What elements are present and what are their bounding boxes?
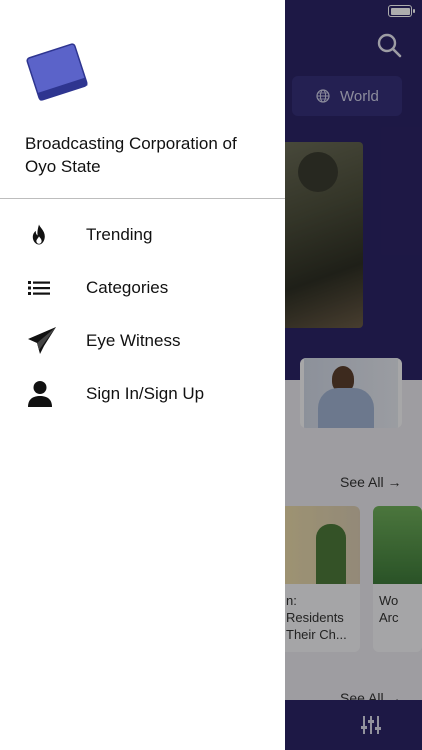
menu-item-sign-in[interactable]: Sign In/Sign Up [0,367,285,420]
menu-item-label: Sign In/Sign Up [86,383,205,403]
drawer-menu: Trending Categories Eye Witness Sign In/… [0,208,285,420]
list-icon [0,276,86,300]
bcos-logo [26,43,88,101]
user-icon [0,380,86,408]
menu-item-categories[interactable]: Categories [0,261,285,314]
navigation-drawer: Broadcasting Corporation of Oyo State Tr… [0,0,285,750]
drawer-divider [0,198,285,199]
menu-item-label: Categories [86,277,169,297]
menu-item-label: Trending [86,224,153,244]
paper-plane-icon [0,326,86,356]
organization-name: Broadcasting Corporation of Oyo State [25,134,237,176]
menu-item-label: Eye Witness [86,330,181,350]
menu-item-trending[interactable]: Trending [0,208,285,261]
fire-icon [0,223,86,247]
menu-item-eye-witness[interactable]: Eye Witness [0,314,285,367]
